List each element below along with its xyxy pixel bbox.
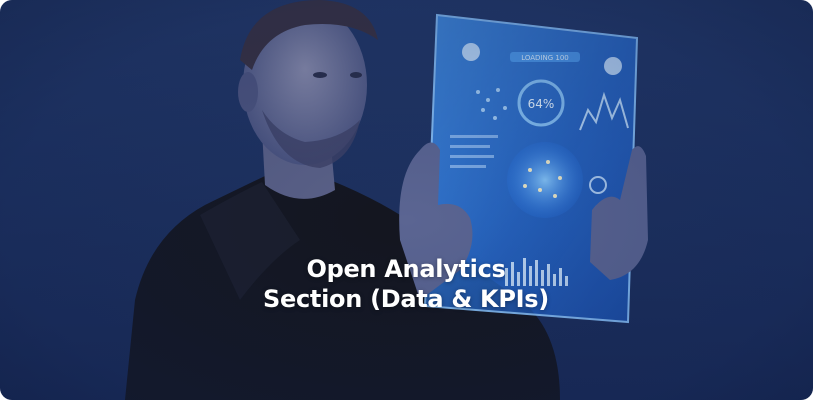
tablet-header-label: LOADING 100 [521, 54, 569, 62]
analytics-card[interactable]: LOADING 100 64% Open Analytics Section (… [0, 0, 813, 400]
tablet-gauge-value: 64% [528, 97, 555, 111]
card-title: Open Analytics Section (Data & KPIs) [263, 255, 549, 313]
card-background-image: LOADING 100 64% [125, 0, 648, 400]
